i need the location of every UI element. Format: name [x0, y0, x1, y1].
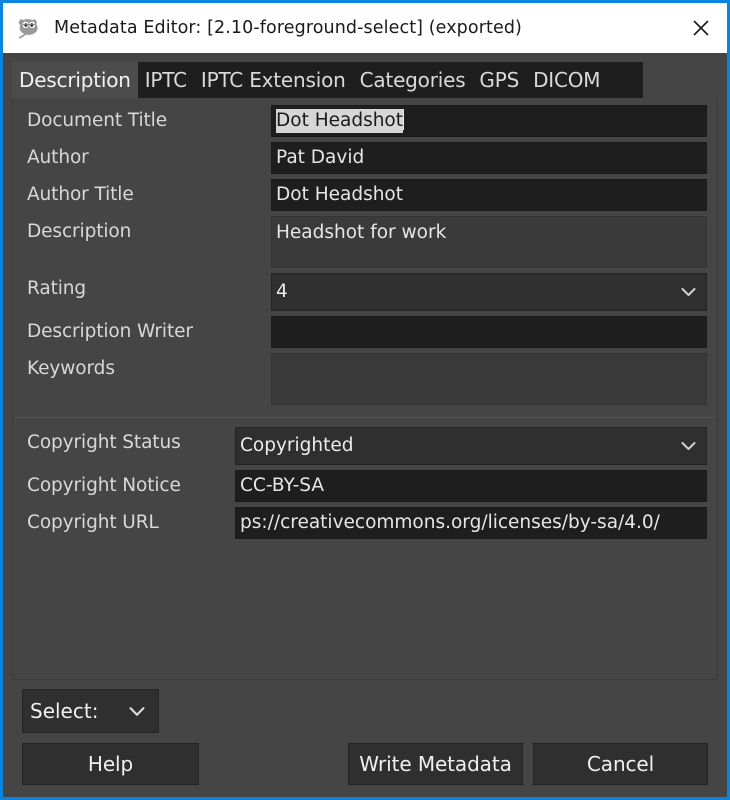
chevron-down-icon: [681, 441, 696, 451]
description-writer-input[interactable]: [271, 316, 707, 348]
author-label: Author: [27, 142, 271, 174]
tab-iptc-extension[interactable]: IPTC Extension: [194, 62, 353, 98]
title-bar: Metadata Editor: [2.10-foreground-select…: [0, 0, 730, 53]
tab-iptc-label: IPTC: [145, 68, 187, 92]
write-metadata-button[interactable]: Write Metadata: [348, 743, 523, 785]
row-author: Author Pat David: [13, 142, 717, 174]
tab-categories-label: Categories: [360, 68, 466, 92]
author-title-input[interactable]: Dot Headshot: [271, 179, 707, 211]
close-icon: [690, 17, 712, 39]
text-caret: [403, 109, 404, 130]
copyright-status-label: Copyright Status: [27, 427, 235, 459]
description-textarea[interactable]: Headshot for work: [271, 216, 707, 268]
rating-label: Rating: [27, 273, 271, 305]
tab-gps[interactable]: GPS: [472, 62, 526, 98]
chevron-down-icon: [129, 706, 145, 717]
tab-dicom-label: DICOM: [533, 68, 600, 92]
document-title-label: Document Title: [27, 105, 271, 137]
select-preset-row: Select:: [12, 680, 718, 733]
author-title-label: Author Title: [27, 179, 271, 211]
window-body: Description IPTC IPTC Extension Categori…: [3, 53, 727, 797]
copyright-status-value: Copyrighted: [240, 428, 681, 464]
document-title-value: Dot Headshot: [276, 109, 403, 133]
select-preset-dropdown[interactable]: Select:: [22, 689, 159, 733]
rating-select[interactable]: 4: [271, 273, 707, 311]
copyright-notice-input[interactable]: CC-BY-SA: [235, 470, 707, 502]
row-rating: Rating 4: [13, 273, 717, 311]
row-author-title: Author Title Dot Headshot: [13, 179, 717, 211]
tab-description[interactable]: Description: [12, 62, 138, 98]
description-label: Description: [27, 216, 271, 248]
cancel-button[interactable]: Cancel: [533, 743, 708, 785]
document-title-input[interactable]: Dot Headshot: [271, 105, 707, 137]
copyright-url-label: Copyright URL: [27, 507, 235, 539]
gimp-wilber-icon: [16, 15, 42, 41]
tab-iptc[interactable]: IPTC: [138, 62, 194, 98]
tab-description-label: Description: [19, 68, 131, 92]
description-tab-panel: Document Title Dot Headshot Author Pat D…: [12, 98, 718, 680]
description-writer-label: Description Writer: [27, 316, 271, 348]
dialog-action-bar: Help Write Metadata Cancel: [12, 733, 718, 797]
chevron-down-icon: [681, 287, 696, 297]
row-keywords: Keywords: [13, 353, 717, 405]
tab-categories[interactable]: Categories: [353, 62, 473, 98]
tab-gps-label: GPS: [479, 68, 519, 92]
metadata-editor-window: Metadata Editor: [2.10-foreground-select…: [0, 0, 730, 800]
help-button[interactable]: Help: [22, 743, 199, 785]
rating-value: 4: [276, 274, 681, 310]
select-preset-label: Select:: [30, 699, 129, 723]
row-copyright-status: Copyright Status Copyrighted: [13, 427, 717, 465]
close-button[interactable]: [675, 3, 727, 53]
copyright-fields-group: Copyright Status Copyrighted Copyright N…: [13, 427, 717, 544]
row-description-writer: Description Writer: [13, 316, 717, 348]
tab-bar: Description IPTC IPTC Extension Categori…: [12, 62, 643, 98]
window-title: Metadata Editor: [2.10-foreground-select…: [54, 18, 675, 38]
copyright-notice-label: Copyright Notice: [27, 470, 235, 502]
tab-dicom[interactable]: DICOM: [526, 62, 607, 98]
row-description: Description Headshot for work: [13, 216, 717, 268]
copyright-status-select[interactable]: Copyrighted: [235, 427, 707, 465]
row-copyright-notice: Copyright Notice CC-BY-SA: [13, 470, 717, 502]
tab-iptc-extension-label: IPTC Extension: [201, 68, 346, 92]
row-document-title: Document Title Dot Headshot: [13, 105, 717, 137]
author-input[interactable]: Pat David: [271, 142, 707, 174]
keywords-label: Keywords: [27, 353, 271, 385]
keywords-textarea[interactable]: [271, 353, 707, 405]
panel-filler: [13, 544, 717, 679]
copyright-url-input[interactable]: ps://creativecommons.org/licenses/by-sa/…: [235, 507, 707, 539]
section-divider: [15, 417, 715, 418]
description-fields-group: Document Title Dot Headshot Author Pat D…: [13, 105, 717, 410]
row-copyright-url: Copyright URL ps://creativecommons.org/l…: [13, 507, 717, 539]
